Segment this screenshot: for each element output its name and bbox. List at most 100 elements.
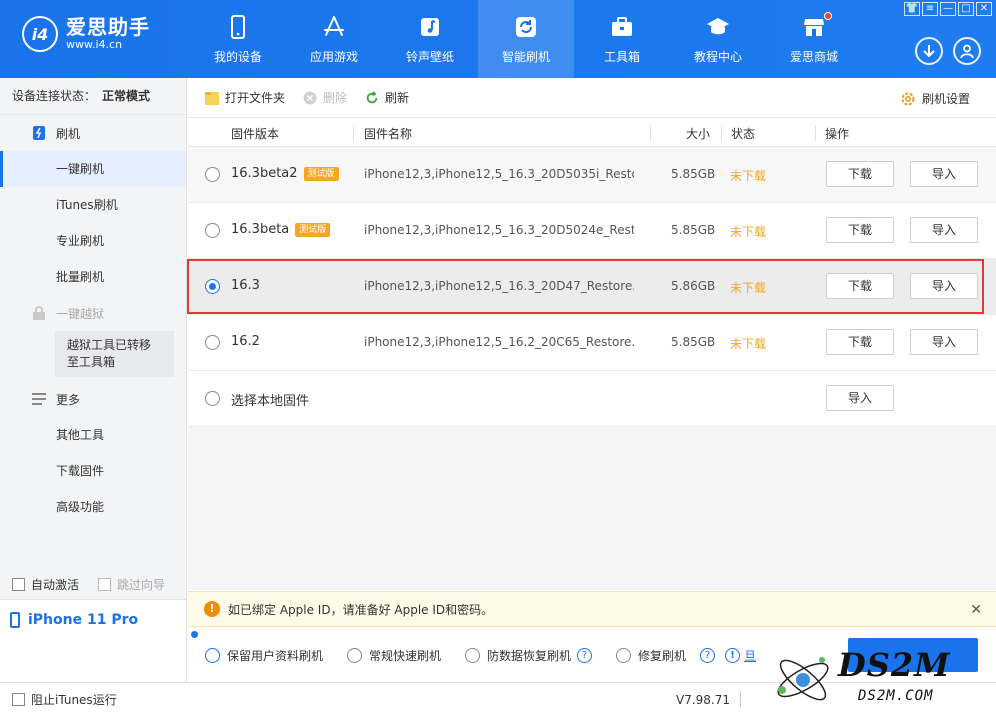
download-manager-button[interactable]	[915, 37, 943, 65]
nav-ringtones[interactable]: 铃声壁纸	[382, 0, 478, 78]
nav-label: 铃声壁纸	[405, 49, 454, 64]
sidebar-item-batch-flash[interactable]: 批量刷机	[0, 259, 186, 295]
firmware-toolbar: 打开文件夹 删除 刷新 刷机设置	[188, 78, 996, 118]
import-button[interactable]: 导入	[910, 217, 978, 243]
nav-smart-flash[interactable]: 智能刷机	[478, 0, 574, 78]
status-value: 正常模式	[102, 89, 151, 103]
flash-icon	[32, 125, 46, 141]
firmware-version: 16.3beta2 测试版	[231, 166, 339, 181]
nav-my-device[interactable]: 我的设备	[190, 0, 286, 78]
app-url: www.i4.cn	[66, 38, 123, 51]
download-button[interactable]: 下载	[826, 329, 894, 355]
row-radio[interactable]	[205, 391, 220, 406]
watermark: DS2M DS2M.COM	[770, 642, 992, 712]
checkbox-box	[98, 578, 111, 591]
sidebar-item-one-click-flash[interactable]: 一键刷机	[0, 151, 186, 187]
local-import-button[interactable]: 导入	[826, 385, 894, 411]
block-itunes-label: 阻止iTunes运行	[31, 692, 117, 707]
nav-apps-games[interactable]: 应用游戏	[286, 0, 382, 78]
skip-guide-checkbox[interactable]: 跳过向导	[98, 576, 165, 593]
table-row[interactable]: 16.3beta2 测试版 iPhone12,3,iPhone12,5_16.3_…	[188, 147, 996, 203]
close-icon[interactable]: ✕	[970, 602, 982, 618]
firmware-version: 16.3beta 测试版	[231, 222, 331, 237]
help-icon[interactable]: ?	[700, 647, 716, 663]
table-row-selected[interactable]: 16.3 iPhone12,3,iPhone12,5_16.3_20D47_Re…	[188, 259, 996, 315]
table-row[interactable]: 16.2 iPhone12,3,iPhone12,5_16.2_20C65_Re…	[188, 315, 996, 371]
gear-icon	[900, 91, 916, 107]
refresh-button[interactable]: 刷新	[365, 89, 409, 106]
sidebar-item-advanced[interactable]: 高级功能	[0, 489, 186, 525]
nav-label: 爱思商城	[789, 49, 838, 64]
mode-radio[interactable]	[347, 647, 363, 663]
flash-settings-button[interactable]: 刷机设置	[900, 90, 970, 107]
watermark-title: DS2M	[838, 646, 951, 684]
import-button[interactable]: 导入	[910, 273, 978, 299]
block-itunes-checkbox[interactable]	[12, 692, 25, 706]
mode-repair[interactable]: 修复刷机 ? ! 旦	[616, 647, 756, 664]
firmware-state: 未下载	[730, 337, 767, 351]
mode-label: 常规快速刷机	[369, 648, 442, 663]
open-folder-button[interactable]: 打开文件夹	[205, 89, 285, 106]
app-name: 爱思助手	[66, 15, 150, 39]
download-button[interactable]: 下载	[826, 161, 894, 187]
version-text: 16.2	[231, 334, 260, 349]
mode-radio[interactable]	[465, 647, 481, 663]
nav-label: 智能刷机	[501, 49, 550, 64]
refresh-label: 刷新	[385, 91, 410, 105]
local-firmware-label: 选择本地固件	[231, 394, 310, 409]
row-radio[interactable]	[205, 279, 220, 294]
sidebar-section-flash[interactable]: 刷机	[0, 115, 186, 151]
main-nav: 我的设备 应用游戏 铃声壁纸 智能刷机 工具箱 教程中心 爱思商城	[190, 0, 862, 78]
sidebar-item-pro-flash[interactable]: 专业刷机	[0, 223, 186, 259]
row-radio[interactable]	[205, 335, 220, 350]
skin-button[interactable]: 👕	[904, 2, 920, 16]
row-radio[interactable]	[205, 223, 220, 238]
mode-quick[interactable]: 常规快速刷机	[347, 647, 441, 664]
skip-guide-label: 跳过向导	[117, 578, 166, 592]
sidebar-item-other-tools[interactable]: 其他工具	[0, 417, 186, 453]
import-button[interactable]: 导入	[910, 161, 978, 187]
delete-button[interactable]: 删除	[303, 89, 347, 106]
col-divider	[650, 125, 651, 141]
notice-text: 如已绑定 Apple ID，请准备好 Apple ID和密码。	[228, 602, 494, 617]
graduation-cap-icon	[705, 14, 731, 40]
nav-toolbox[interactable]: 工具箱	[574, 0, 670, 78]
close-button[interactable]: ✕	[976, 2, 992, 16]
info-icon[interactable]: !	[725, 647, 741, 663]
sidebar-section-more[interactable]: 更多	[0, 381, 186, 417]
device-name[interactable]: iPhone 11 Pro	[10, 612, 176, 628]
table-row[interactable]: 16.3beta 测试版 iPhone12,3,iPhone12,5_16.3_2…	[188, 203, 996, 259]
device-panel: iPhone 11 Pro	[0, 599, 186, 682]
sidebar-item-download-firmware[interactable]: 下载固件	[0, 453, 186, 489]
sidebar-section-label: 刷机	[56, 126, 81, 141]
firmware-version: 16.2	[231, 334, 260, 349]
mode-radio[interactable]	[616, 647, 632, 663]
nav-store[interactable]: 爱思商城	[766, 0, 862, 78]
firmware-size: 5.85GB	[671, 335, 716, 349]
delete-icon	[303, 91, 317, 105]
row-radio[interactable]	[205, 167, 220, 182]
nav-tutorial[interactable]: 教程中心	[670, 0, 766, 78]
auto-activate-checkbox[interactable]: 自动激活	[12, 576, 79, 593]
refresh-icon	[513, 14, 539, 40]
download-icon	[923, 45, 935, 58]
mode-radio[interactable]	[205, 647, 220, 663]
download-button[interactable]: 下载	[826, 273, 894, 299]
maximize-button[interactable]: □	[958, 2, 974, 16]
menu-button[interactable]: ≡	[922, 2, 938, 16]
col-size: 大小	[686, 127, 711, 141]
sidebar-item-itunes-flash[interactable]: iTunes刷机	[0, 187, 186, 223]
refresh-icon	[365, 90, 379, 105]
auto-activate-label: 自动激活	[31, 578, 80, 592]
import-button[interactable]: 导入	[910, 329, 978, 355]
minimize-button[interactable]: —	[940, 2, 956, 16]
mode-label: 防数据恢复刷机	[487, 648, 572, 663]
user-account-button[interactable]	[953, 37, 981, 65]
more-link[interactable]: 旦	[744, 647, 756, 664]
mode-anti-recovery[interactable]: 防数据恢复刷机 ?	[465, 647, 593, 664]
mode-keep-data[interactable]: 保留用户资料刷机	[205, 647, 323, 664]
help-icon[interactable]: ?	[577, 647, 593, 663]
atom-logo-icon	[777, 657, 829, 701]
local-firmware-row[interactable]: 选择本地固件 导入	[188, 371, 996, 427]
download-button[interactable]: 下载	[826, 217, 894, 243]
